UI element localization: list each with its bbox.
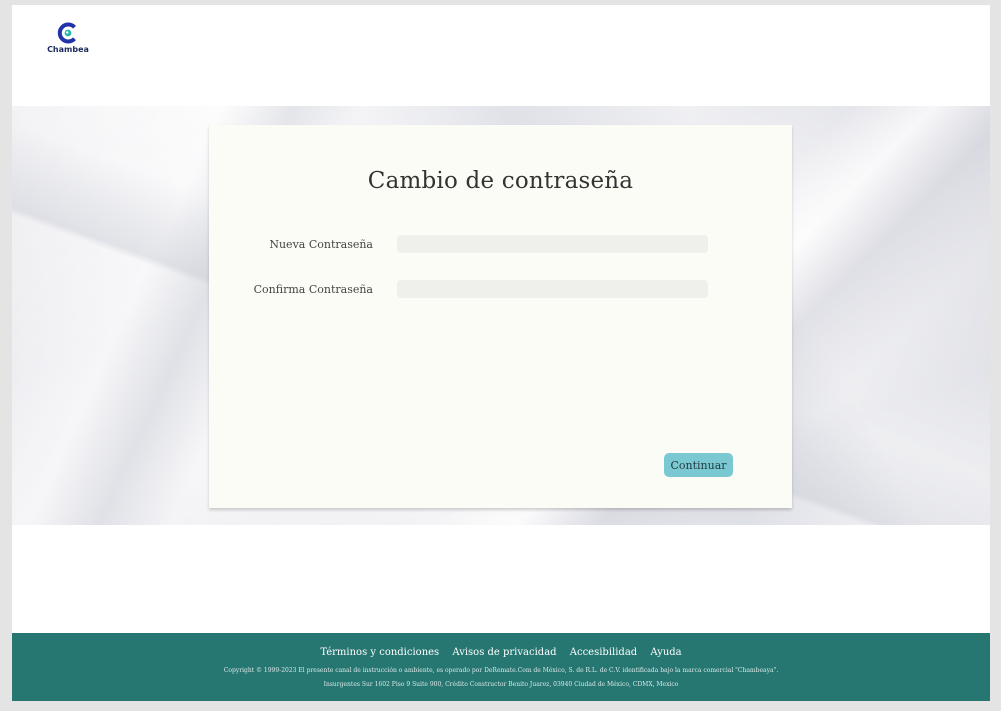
chambea-logo-icon xyxy=(57,22,76,44)
chambea-logo[interactable]: Chambea xyxy=(46,22,90,62)
site-footer: Términos y condiciones Avisos de privaci… xyxy=(12,633,990,701)
new-password-input[interactable] xyxy=(397,235,708,253)
hero-background: Cambio de contraseña Nueva Contraseña Co… xyxy=(12,106,990,525)
new-password-label: Nueva Contraseña xyxy=(269,238,373,251)
continue-button[interactable]: Continuar xyxy=(664,453,733,477)
address-text: Insurgentes Sur 1602 Piso 9 Suite 900, C… xyxy=(323,681,679,688)
password-change-card: Cambio de contraseña Nueva Contraseña Co… xyxy=(209,125,792,508)
help-link[interactable]: Ayuda xyxy=(650,647,681,658)
accessibility-link[interactable]: Accesibilidad xyxy=(570,647,637,658)
terms-link[interactable]: Términos y condiciones xyxy=(320,647,439,658)
page-title: Cambio de contraseña xyxy=(367,168,634,194)
page-frame: Chambea Cambio de contraseña Nueva Contr… xyxy=(12,5,990,701)
site-header: Chambea xyxy=(12,5,990,106)
confirm-password-input[interactable] xyxy=(397,280,708,298)
footer-links: Términos y condiciones Avisos de privaci… xyxy=(12,647,990,658)
confirm-password-label: Confirma Contraseña xyxy=(253,283,373,296)
logo-wordmark: Chambea xyxy=(47,45,89,54)
copyright-text: Copyright © 1999-2023 El presente canal … xyxy=(223,667,779,674)
privacy-link[interactable]: Avisos de privacidad xyxy=(452,647,556,658)
